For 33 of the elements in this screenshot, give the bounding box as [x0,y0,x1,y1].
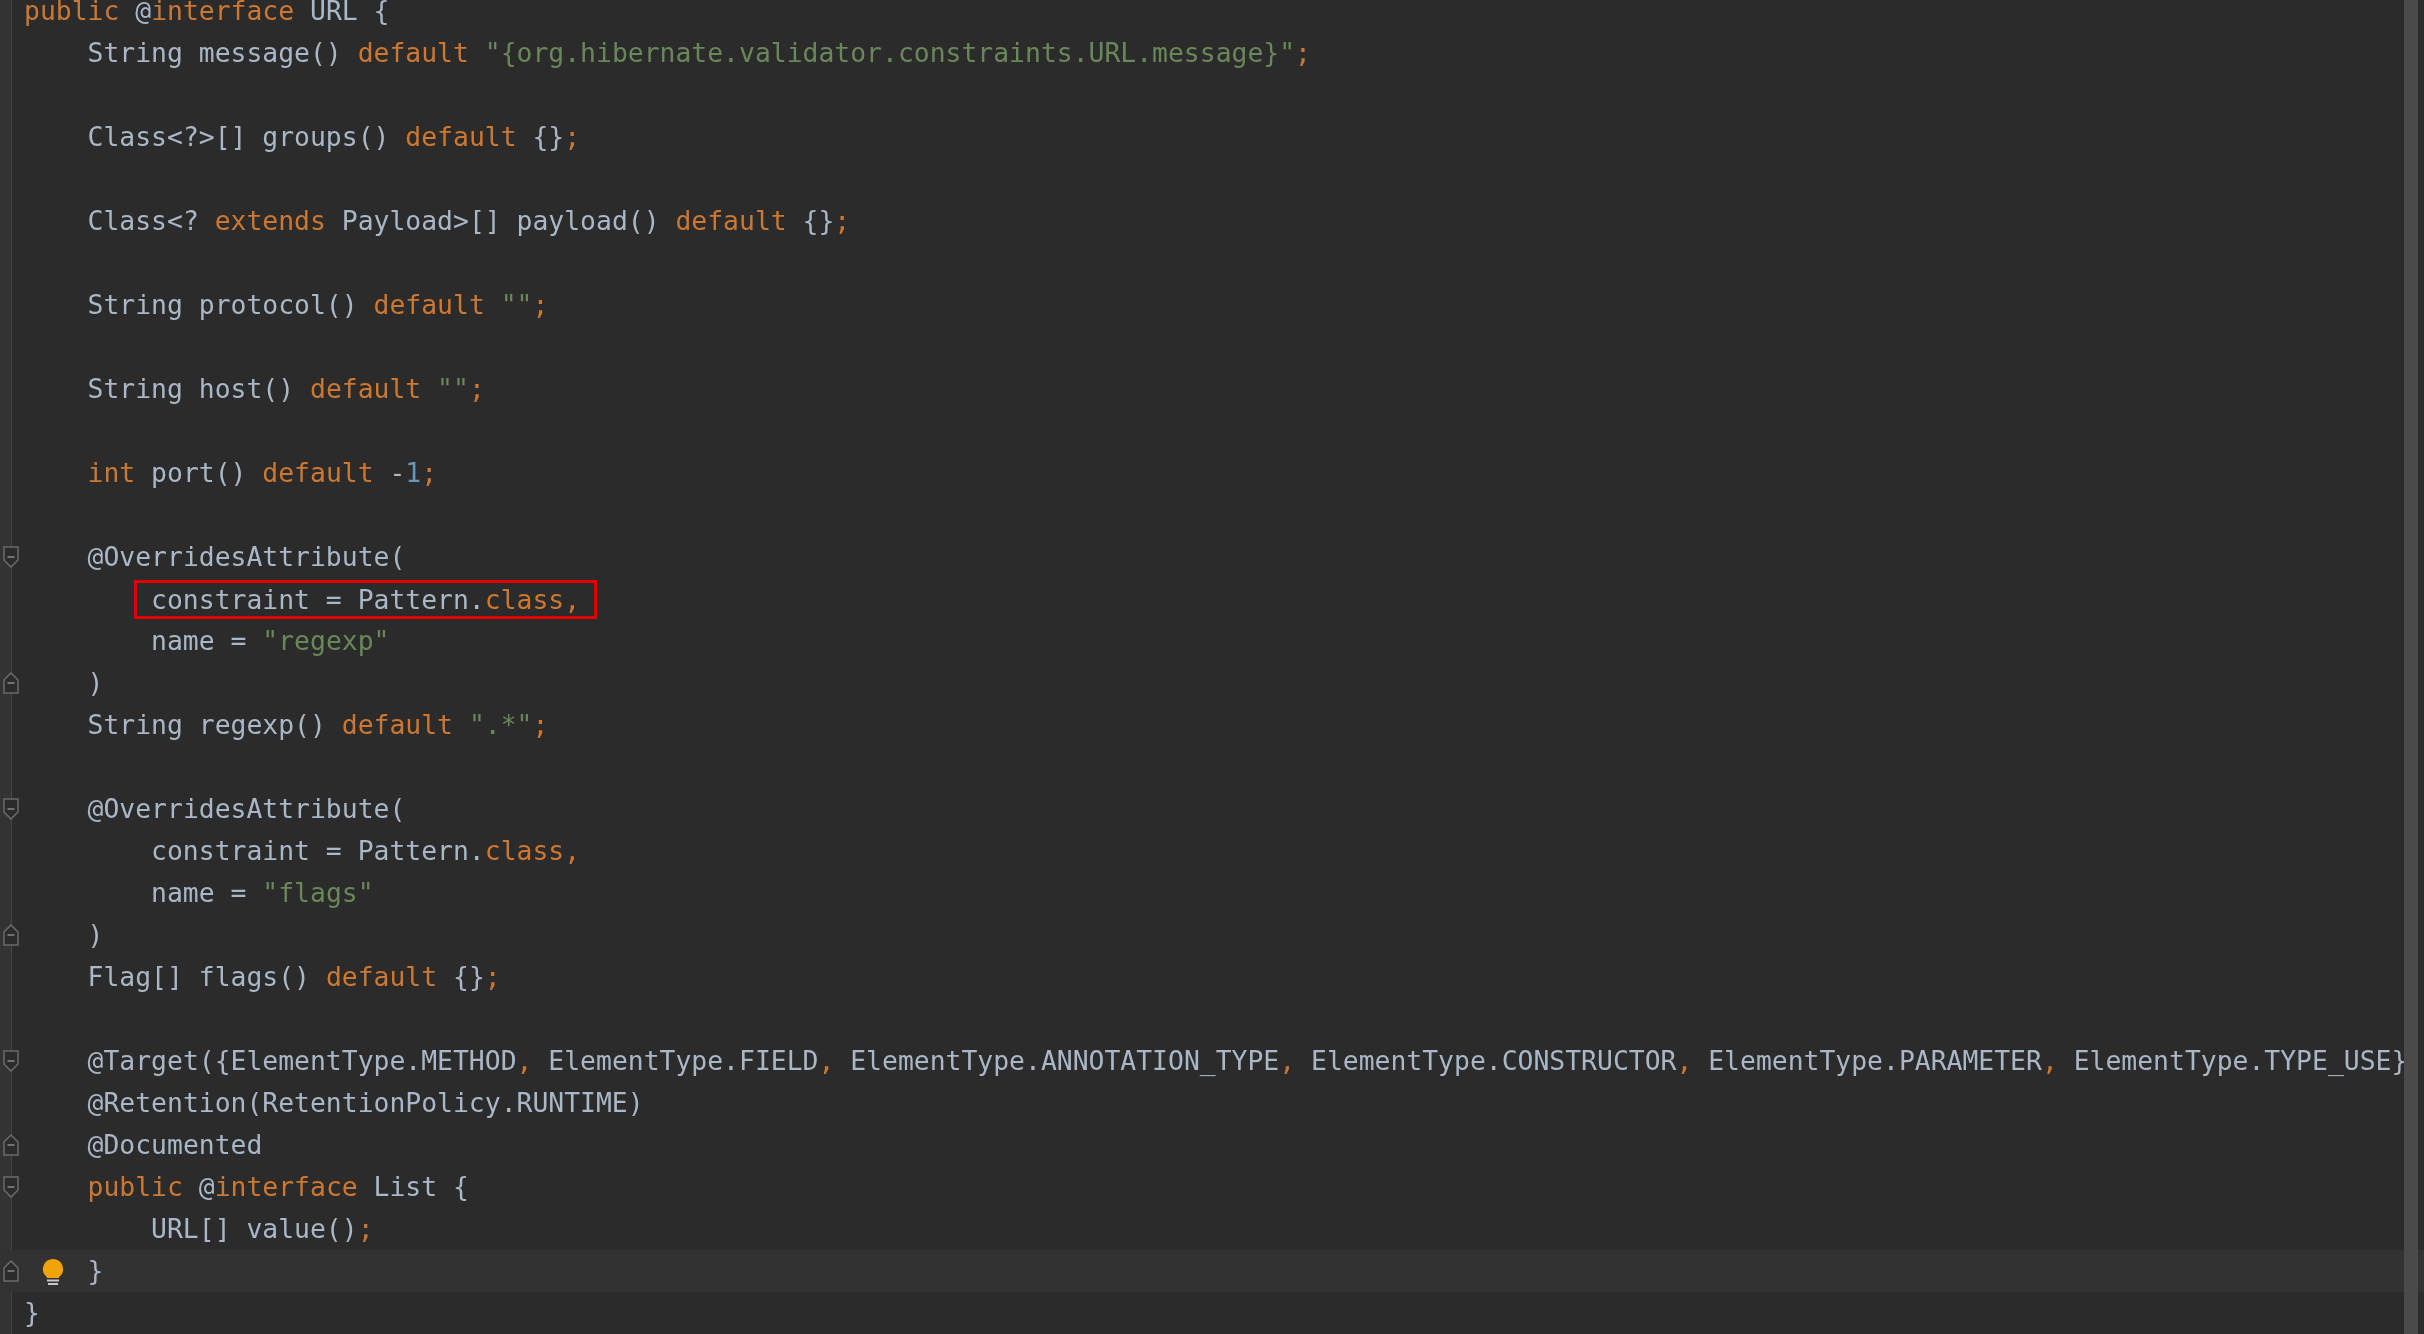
fold-marker-icon[interactable] [3,1176,19,1198]
code-line: Flag[] flags() default {}; [87,960,501,994]
code-line: @Documented [87,1128,263,1162]
fold-marker-icon[interactable] [3,1260,19,1282]
code-line: URL[] value(); [151,1212,374,1246]
fold-marker-icon[interactable] [3,546,19,568]
fold-marker-icon[interactable] [3,798,19,820]
code-line: constraint = Pattern.class, [151,834,581,868]
code-line: } [24,1296,40,1330]
code-line: public @interface URL { [24,0,390,28]
code-line: Class<?>[] groups() default {}; [87,120,581,154]
fold-marker-icon[interactable] [3,1134,19,1156]
fold-marker-icon[interactable] [3,672,19,694]
scrollbar[interactable] [2404,0,2418,1334]
code-line: @Retention(RetentionPolicy.RUNTIME) [87,1086,644,1120]
code-line: String regexp() default ".*"; [87,708,549,742]
code-line: name = "flags" [151,876,374,910]
code-line: int port() default -1; [87,456,438,490]
fold-marker-icon[interactable] [3,924,19,946]
code-line: @OverridesAttribute( [87,792,406,826]
code-line: String protocol() default ""; [87,288,549,322]
code-line: Class<? extends Payload>[] payload() default {}; [87,204,851,238]
code-line: ) [87,666,104,700]
code-line: ) [87,918,104,952]
code-line: @Target({ElementType.METHOD, ElementType.FIELD, ElementType.ANNOTATION_TYPE, ElementType.CONSTRUCTOR, ElementType.PARAMETER, ElementType.TYPE_USE} [87,1044,2408,1078]
code-line: } [87,1254,104,1288]
fold-marker-icon[interactable] [3,1050,19,1072]
lightbulb-icon[interactable] [42,1258,64,1286]
code-line: name = "regexp" [151,624,390,658]
code-line: @OverridesAttribute( [87,540,406,574]
code-line: public @interface List { [87,1170,469,1204]
code-line: String host() default ""; [87,372,485,406]
code-line: String message() default "{org.hibernate.validator.constraints.URL.message}"; [87,36,1311,70]
